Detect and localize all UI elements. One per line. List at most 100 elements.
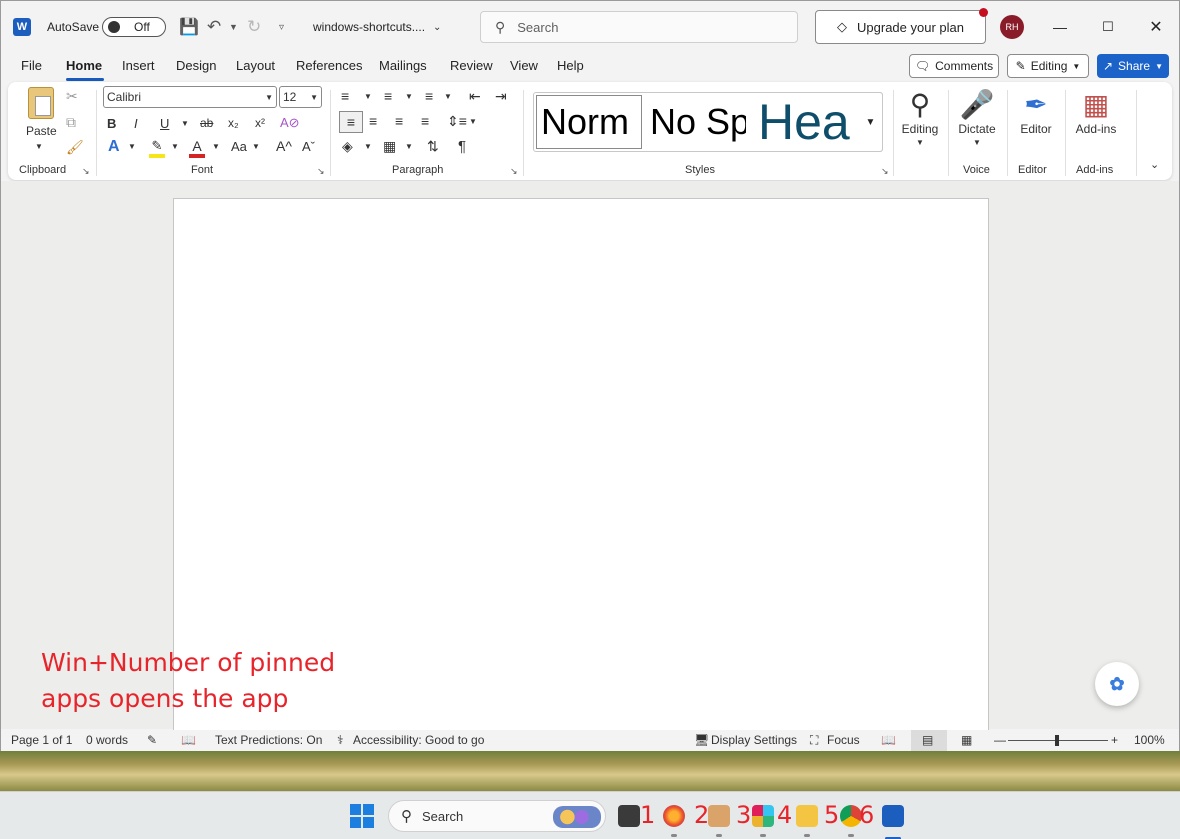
editor-button[interactable]: ✒ Editor bbox=[1008, 86, 1064, 137]
subscript-button[interactable]: x₂ bbox=[228, 113, 239, 133]
tab-file[interactable]: File bbox=[21, 58, 42, 73]
autosave-toggle[interactable]: Off bbox=[102, 17, 166, 37]
chevron-down-icon[interactable]: ▼ bbox=[171, 142, 179, 151]
addins-button[interactable]: ▦ Add-ins bbox=[1068, 86, 1124, 137]
chevron-down-icon[interactable]: ⌄ bbox=[433, 1, 441, 53]
tab-review[interactable]: Review bbox=[450, 58, 493, 73]
tab-design[interactable]: Design bbox=[176, 58, 216, 73]
chevron-down-icon[interactable]: ▼ bbox=[252, 142, 260, 151]
text-predictions-status[interactable]: Text Predictions: On bbox=[215, 733, 322, 747]
shrink-font-button[interactable]: Aˇ bbox=[302, 139, 315, 154]
task-view-icon[interactable] bbox=[618, 805, 640, 827]
zoom-slider-thumb[interactable] bbox=[1055, 735, 1059, 746]
chevron-down-icon[interactable]: ▼ bbox=[405, 142, 413, 151]
sort-icon[interactable]: ⇅ bbox=[427, 138, 439, 155]
display-settings-button[interactable]: Display Settings bbox=[711, 733, 797, 747]
font-name-select[interactable]: Calibri ▼ bbox=[103, 86, 277, 108]
grow-font-button[interactable]: A^ bbox=[276, 138, 292, 154]
clipboard-launcher-icon[interactable]: ↘ bbox=[82, 166, 90, 177]
tab-view[interactable]: View bbox=[510, 58, 538, 73]
tab-insert[interactable]: Insert bbox=[122, 58, 155, 73]
editing-find-button[interactable]: ⚲ Editing ▼ bbox=[892, 86, 948, 148]
minimize-button[interactable]: — bbox=[1047, 1, 1073, 53]
underline-button[interactable]: U bbox=[160, 113, 169, 133]
file-explorer-icon[interactable] bbox=[796, 805, 818, 827]
tab-help[interactable]: Help bbox=[557, 58, 584, 73]
word-count[interactable]: 0 words bbox=[86, 733, 128, 747]
font-launcher-icon[interactable]: ↘ bbox=[317, 166, 325, 177]
align-center-icon[interactable]: ≡ bbox=[369, 113, 377, 129]
print-layout-icon[interactable]: ▤ bbox=[922, 733, 933, 747]
numbering-icon[interactable]: ≡ bbox=[384, 88, 392, 104]
word-app-icon[interactable] bbox=[882, 805, 904, 827]
cut-icon[interactable]: ✂ bbox=[66, 88, 78, 105]
clear-formatting-icon[interactable]: A⊘ bbox=[280, 113, 300, 133]
tab-mailings[interactable]: Mailings bbox=[379, 58, 427, 73]
tab-home[interactable]: Home bbox=[66, 58, 102, 73]
undo-dropdown-icon[interactable]: ▼ bbox=[229, 1, 238, 53]
copilot-icon[interactable]: ✿ bbox=[1095, 662, 1139, 706]
customize-qat-icon[interactable]: ▿ bbox=[279, 1, 284, 53]
page-count[interactable]: Page 1 of 1 bbox=[11, 733, 72, 747]
strikethrough-button[interactable]: ab bbox=[200, 113, 213, 133]
chevron-down-icon[interactable]: ▼ bbox=[212, 142, 220, 151]
chevron-down-icon[interactable]: ▼ bbox=[405, 92, 413, 101]
italic-button[interactable]: I bbox=[134, 113, 138, 133]
read-mode-icon[interactable]: 📖 bbox=[881, 733, 896, 747]
tab-references[interactable]: References bbox=[296, 58, 362, 73]
superscript-button[interactable]: x² bbox=[255, 113, 265, 133]
zoom-in-button[interactable]: + bbox=[1111, 733, 1118, 747]
highlight-icon[interactable]: ✎ bbox=[149, 138, 165, 158]
maximize-button[interactable]: ☐ bbox=[1095, 1, 1121, 53]
chevron-down-icon[interactable]: ▼ bbox=[469, 117, 477, 126]
document-title[interactable]: windows-shortcuts.... bbox=[313, 1, 425, 53]
editing-mode-button[interactable]: ✎ Editing ▼ bbox=[1007, 54, 1089, 78]
copy-icon[interactable]: ⧉ bbox=[66, 114, 76, 131]
show-formatting-icon[interactable]: ¶ bbox=[458, 138, 466, 155]
justify-icon[interactable]: ≡ bbox=[421, 113, 429, 129]
zoom-level[interactable]: 100% bbox=[1134, 733, 1165, 747]
font-color-icon[interactable]: A bbox=[189, 138, 205, 158]
accessibility-status[interactable]: Accessibility: Good to go bbox=[353, 733, 484, 747]
format-painter-icon[interactable]: 🖌 bbox=[66, 139, 84, 156]
upgrade-plan-button[interactable]: ◇ Upgrade your plan bbox=[815, 10, 986, 44]
bullets-icon[interactable]: ≡ bbox=[341, 88, 349, 104]
multilevel-list-icon[interactable]: ≡ bbox=[425, 88, 433, 104]
chevron-down-icon[interactable]: ▼ bbox=[128, 142, 136, 151]
change-case-button[interactable]: Aa bbox=[231, 139, 247, 154]
style-normal[interactable]: Norm bbox=[536, 95, 642, 149]
font-size-select[interactable]: 12 ▼ bbox=[279, 86, 322, 108]
search-input[interactable]: ⚲ Search bbox=[480, 11, 798, 43]
styles-more-button[interactable]: ▼ bbox=[859, 92, 883, 152]
bold-button[interactable]: B bbox=[107, 113, 116, 133]
style-heading[interactable]: Hea bbox=[754, 95, 854, 149]
increase-indent-icon[interactable]: ⇥ bbox=[495, 88, 507, 105]
share-button[interactable]: ↗ Share ▼ bbox=[1097, 54, 1169, 78]
chevron-down-icon[interactable]: ▼ bbox=[444, 92, 452, 101]
paste-icon[interactable] bbox=[28, 87, 54, 119]
avatar[interactable]: RH bbox=[1000, 15, 1024, 39]
shading-icon[interactable]: ◈ bbox=[342, 138, 353, 155]
book-icon[interactable]: 📖 bbox=[181, 733, 196, 747]
close-button[interactable]: ✕ bbox=[1143, 1, 1169, 53]
align-right-icon[interactable]: ≡ bbox=[395, 113, 403, 129]
style-no-spacing[interactable]: No Sp bbox=[646, 95, 746, 149]
taskbar-search[interactable]: ⚲ Search bbox=[388, 800, 606, 832]
align-left-icon[interactable]: ≡ bbox=[339, 111, 363, 133]
borders-icon[interactable]: ▦ bbox=[383, 138, 396, 155]
dictate-button[interactable]: 🎤 Dictate ▼ bbox=[949, 86, 1005, 148]
slack-icon[interactable] bbox=[752, 805, 774, 827]
tab-layout[interactable]: Layout bbox=[236, 58, 275, 73]
focus-button[interactable]: Focus bbox=[827, 733, 860, 747]
zoom-out-button[interactable]: — bbox=[994, 733, 1006, 747]
paste-button[interactable]: Paste bbox=[26, 124, 57, 138]
word-logo-icon[interactable]: W bbox=[13, 18, 31, 36]
chevron-down-icon[interactable]: ▼ bbox=[364, 92, 372, 101]
chevron-down-icon[interactable]: ▼ bbox=[181, 113, 189, 133]
line-spacing-icon[interactable]: ⇕≡ bbox=[447, 113, 467, 130]
undo-icon[interactable]: ↶ bbox=[207, 1, 221, 53]
app-icon[interactable] bbox=[708, 805, 730, 827]
ribbon-collapse-icon[interactable]: ⌄ bbox=[1150, 158, 1159, 171]
proofing-icon[interactable]: ✎ bbox=[147, 733, 157, 747]
web-layout-icon[interactable]: ▦ bbox=[961, 733, 972, 747]
